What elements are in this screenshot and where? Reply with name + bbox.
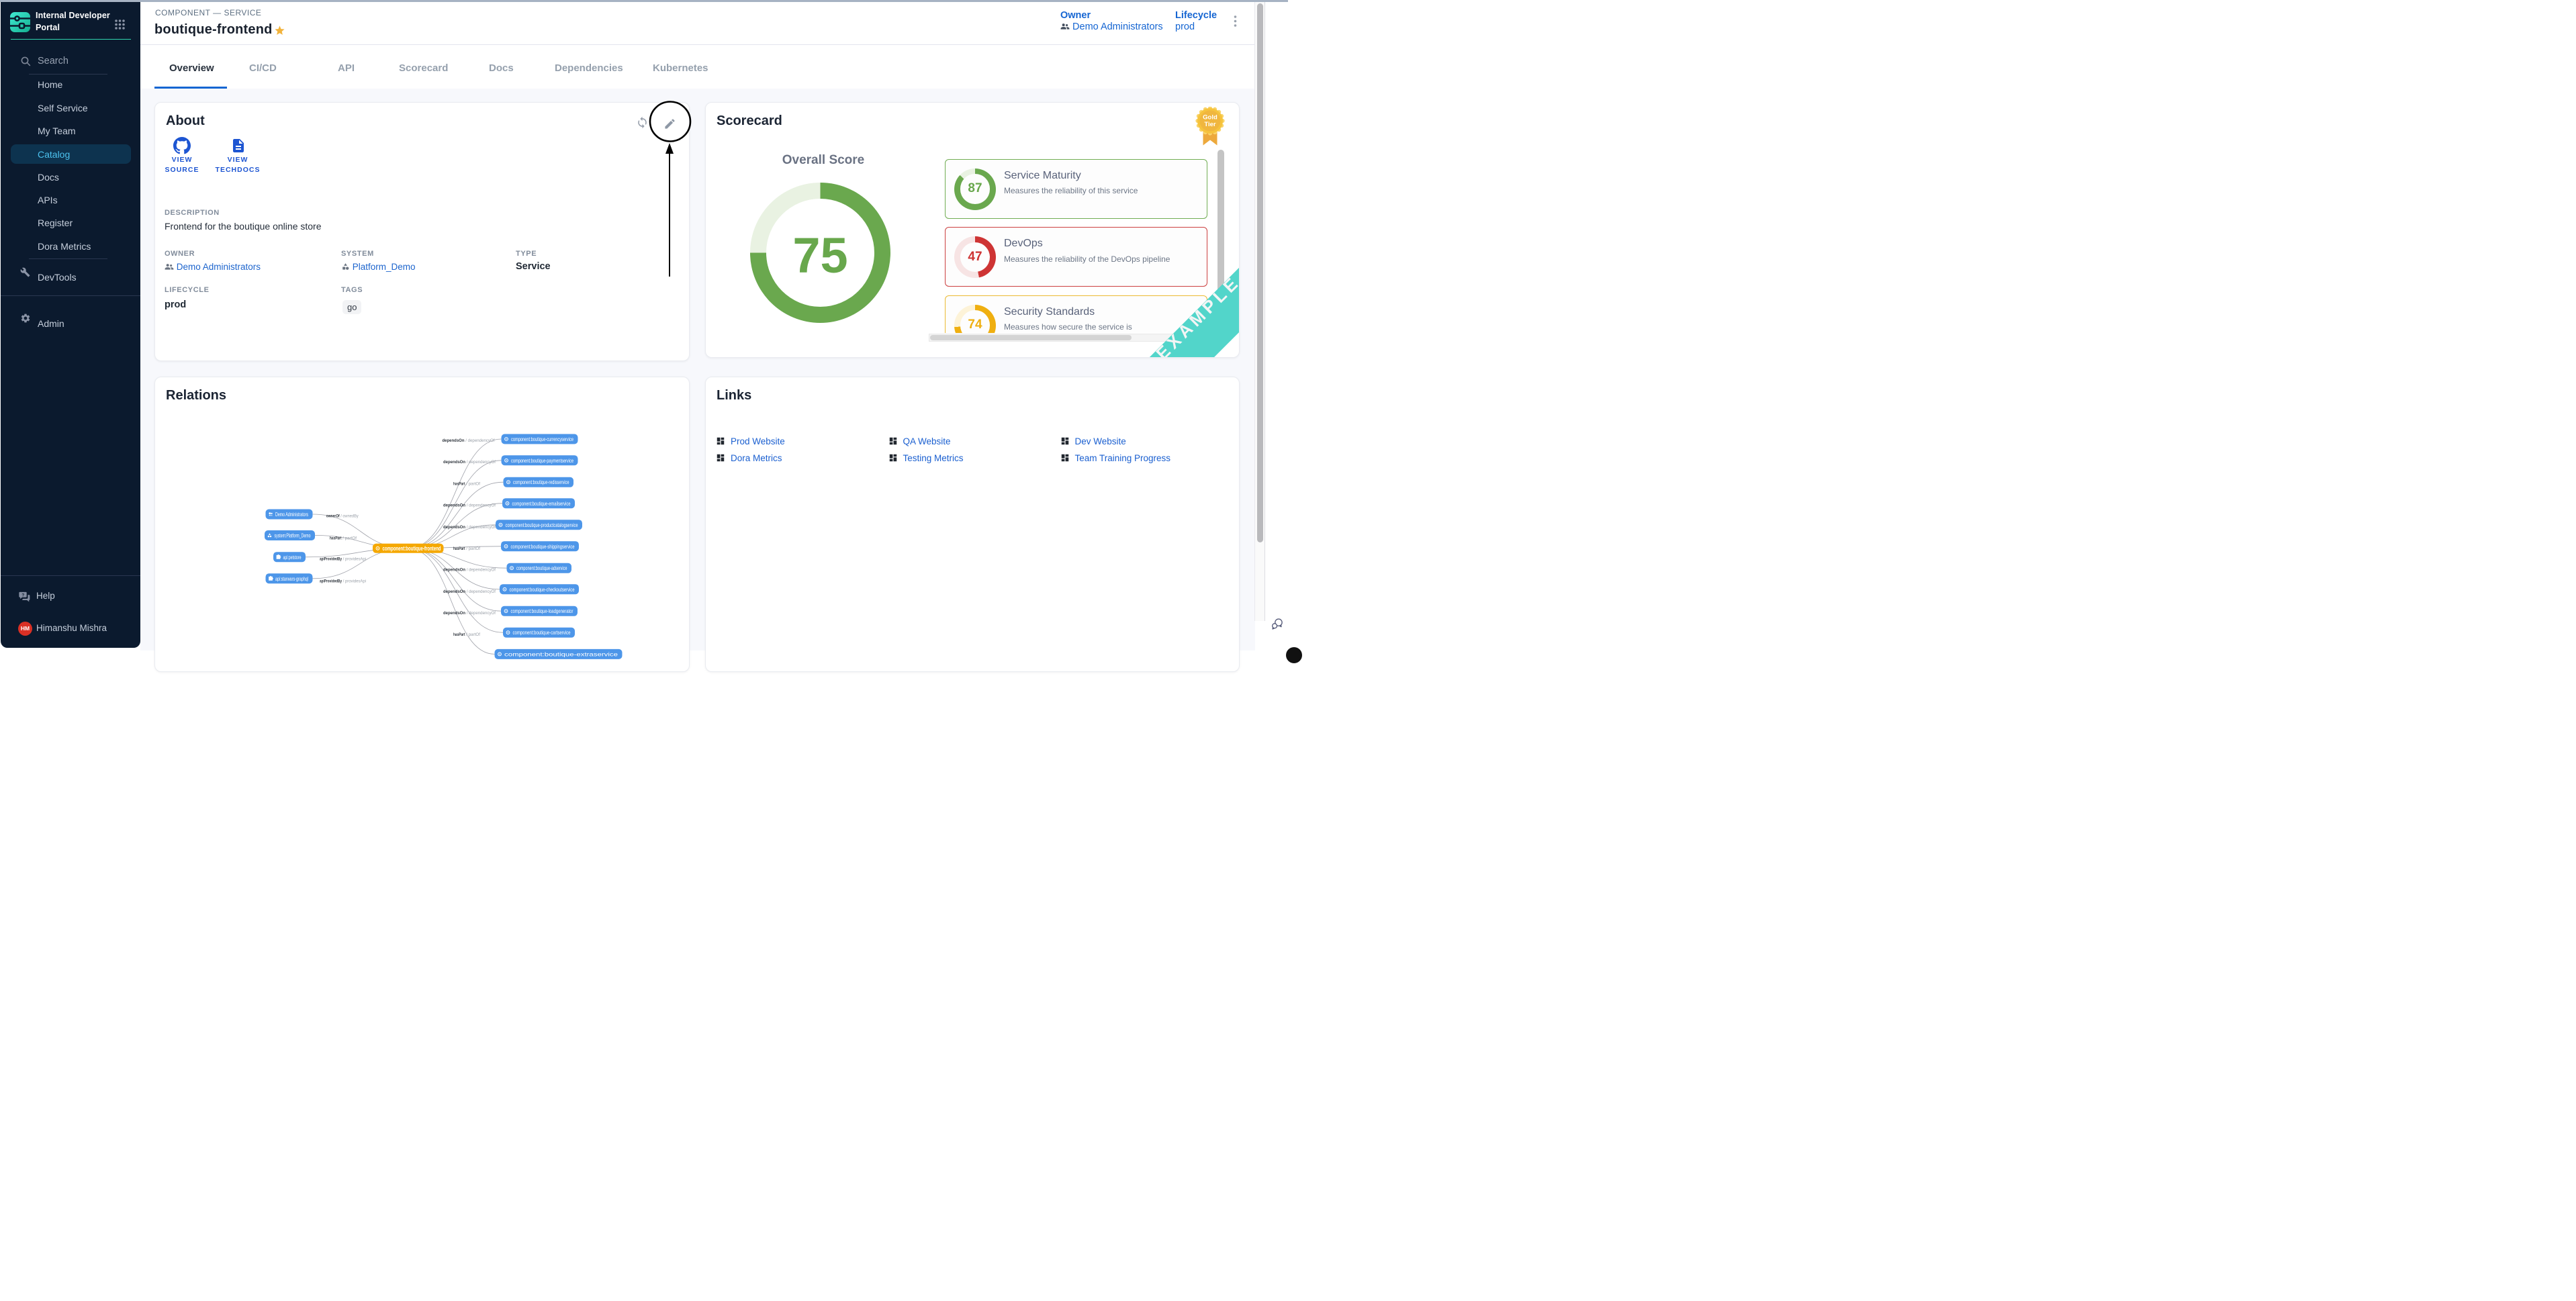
svg-text:hasPart: hasPart [453,632,465,637]
svg-text:component:boutique-extraservic: component:boutique-extraservice [504,650,618,657]
svg-text:system:Platform_Demo: system:Platform_Demo [275,532,311,539]
svg-text:component:boutique-shippingser: component:boutique-shippingservice [511,543,575,550]
svg-text:dependsOn: dependsOn [443,503,465,508]
svg-text:hasPart: hasPart [453,482,465,487]
svg-text:component:boutique-loadgenerat: component:boutique-loadgenerator [511,608,573,614]
svg-text:/ dependencyOf: / dependencyOf [465,525,496,530]
svg-text:Demo Administrators: Demo Administrators [275,511,308,518]
svg-text:dependsOn: dependsOn [443,438,465,443]
svg-text:Gold: Gold [1203,114,1217,122]
svg-text:dependsOn: dependsOn [443,525,465,530]
svg-text:Tier: Tier [1204,121,1216,128]
svg-text:/ partOf: / partOf [465,482,481,487]
svg-text:dependsOn: dependsOn [443,611,465,616]
svg-text:/ providesApi: / providesApi [342,579,366,583]
svg-text:api:petstore: api:petstore [283,554,302,561]
svg-text:apiProvidedBy: apiProvidedBy [320,579,342,583]
svg-text:/ partOf: / partOf [342,536,357,540]
svg-text:ownerOf: ownerOf [326,514,340,519]
svg-text:component:boutique-cartservice: component:boutique-cartservice [513,629,571,636]
svg-text:dependsOn: dependsOn [443,460,465,465]
svg-text:/ dependencyOf: / dependencyOf [465,503,496,508]
svg-text:dependsOn: dependsOn [443,567,465,572]
svg-text:component:boutique-currencyser: component:boutique-currencyservice [511,436,573,442]
svg-text:hasPart: hasPart [453,546,465,551]
svg-text:/ dependencyOf: / dependencyOf [465,438,495,443]
svg-text:/ partOf: / partOf [465,632,481,637]
svg-text:apiProvidedBy: apiProvidedBy [320,557,342,562]
svg-text:api:starwars-graphql: api:starwars-graphql [275,575,308,582]
svg-text:/ providesApi: / providesApi [342,557,366,562]
svg-text:component:boutique-adservice: component:boutique-adservice [516,565,567,571]
svg-text:dependsOn: dependsOn [443,589,465,594]
svg-text:/ dependencyOf: / dependencyOf [465,589,496,594]
svg-text:component:boutique-emailservic: component:boutique-emailservice [512,500,571,507]
svg-text:/ ownedBy: / ownedBy [340,514,359,519]
svg-text:component:boutique-paymentserv: component:boutique-paymentservice [511,457,573,464]
svg-text:component:boutique-checkoutser: component:boutique-checkoutservice [510,586,575,593]
svg-text:/ dependencyOf: / dependencyOf [465,460,496,465]
svg-text:/ dependencyOf: / dependencyOf [465,567,496,572]
svg-text:component:boutique-frontend: component:boutique-frontend [383,545,441,552]
svg-text:/ partOf: / partOf [465,546,481,551]
svg-text:hasPart: hasPart [330,536,342,540]
svg-text:component:boutique-redisservic: component:boutique-redisservice [513,479,569,485]
svg-text:/ dependencyOf: / dependencyOf [465,611,496,616]
svg-text:component:boutique-productcata: component:boutique-productcatalogservice [506,522,578,528]
